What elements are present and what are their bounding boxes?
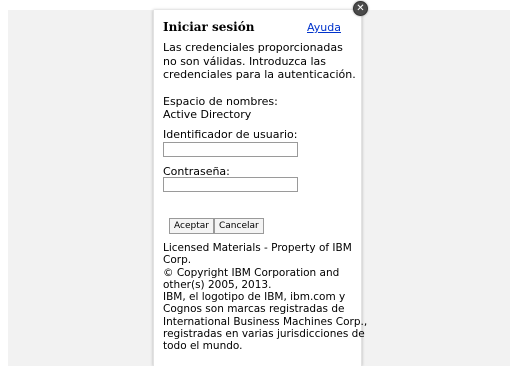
legal-line: International Business Machines Corp., (163, 315, 368, 328)
cancel-button[interactable]: Cancelar (214, 218, 264, 234)
legal-notice: Licensed Materials - Property of IBM Corp… (163, 242, 368, 353)
username-label: Identificador de usuario: (163, 128, 298, 141)
legal-line: Cognos son marcas registradas de (163, 303, 345, 316)
ok-button[interactable]: Aceptar (169, 218, 214, 234)
legal-line: IBM, el logotipo de IBM, ibm.com y (163, 291, 346, 304)
legal-line: registradas en varias jurisdicciones de (163, 328, 365, 341)
close-icon[interactable]: ✕ (353, 1, 368, 16)
namespace-value: Active Directory (163, 108, 252, 121)
legal-line: © Copyright IBM Corporation and (163, 266, 340, 279)
legal-line: todo el mundo. (163, 340, 243, 353)
legal-line: other(s) 2005, 2013. (163, 278, 272, 291)
help-link[interactable]: Ayuda (307, 21, 341, 34)
password-input[interactable] (163, 177, 298, 192)
legal-line: Licensed Materials - Property of IBM (163, 242, 352, 254)
dialog-title: Iniciar sesión (163, 20, 255, 34)
username-input[interactable] (163, 142, 298, 157)
namespace-label: Espacio de nombres: (163, 95, 278, 108)
legal-line: Corp. (163, 254, 192, 267)
error-message: Las credenciales proporcionadas no son v… (163, 41, 356, 81)
